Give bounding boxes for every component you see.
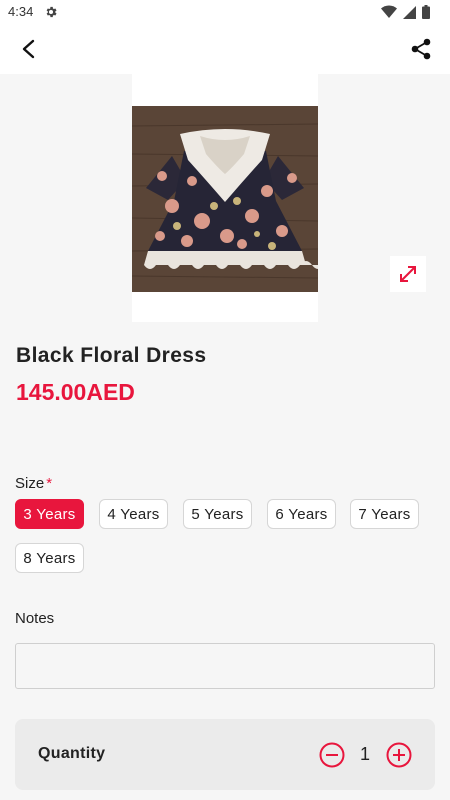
product-price: 145.00AED (16, 379, 135, 405)
size-option-7-years[interactable]: 7 Years (350, 499, 419, 529)
size-option-8-years[interactable]: 8 Years (15, 543, 84, 573)
size-option-4-years[interactable]: 4 Years (99, 499, 168, 529)
notes-input[interactable] (15, 643, 435, 689)
product-image-container[interactable] (132, 74, 318, 322)
expand-icon (400, 266, 416, 282)
back-arrow-icon[interactable] (14, 37, 44, 61)
signal-icon (403, 5, 416, 19)
size-option-3-years[interactable]: 3 Years (15, 499, 84, 529)
required-asterisk: * (46, 475, 53, 492)
status-time: 4:34 (8, 4, 34, 19)
size-option-6-years[interactable]: 6 Years (267, 499, 336, 529)
status-indicators (381, 5, 430, 19)
size-label: Size * (15, 475, 52, 492)
quantity-decrease-icon[interactable] (319, 742, 345, 768)
size-label-text: Size (15, 475, 45, 492)
product-title: Black Floral Dress (16, 344, 207, 367)
notes-label: Notes (15, 610, 55, 627)
quantity-value: 1 (359, 744, 370, 764)
quantity-increase-icon[interactable] (386, 742, 412, 768)
share-icon[interactable] (408, 37, 434, 61)
status-bar: 4:34 (0, 0, 450, 24)
quantity-panel: Quantity 1 (15, 719, 435, 790)
battery-icon (422, 5, 430, 19)
size-option-5-years[interactable]: 5 Years (183, 499, 252, 529)
wifi-icon (381, 5, 397, 18)
app-bar (0, 24, 450, 74)
product-image (132, 106, 318, 292)
quantity-label: Quantity (38, 745, 106, 762)
expand-image-button[interactable] (390, 256, 426, 292)
settings-gear-icon (46, 6, 57, 18)
